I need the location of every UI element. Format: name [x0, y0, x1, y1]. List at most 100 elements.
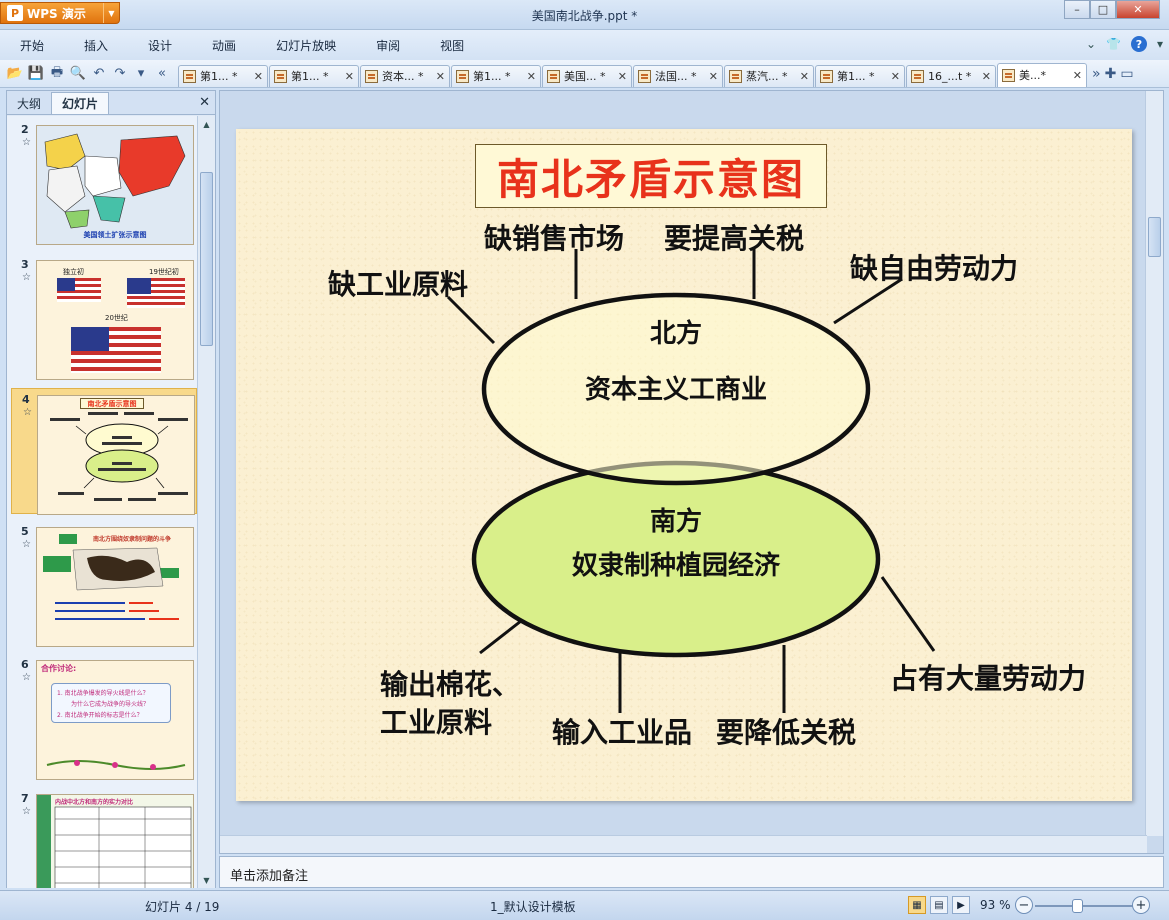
editor-vertical-scrollbar[interactable]: [1145, 91, 1163, 836]
skin-shirt-icon[interactable]: 👕: [1106, 37, 1121, 51]
slide-title[interactable]: 南北矛盾示意图: [475, 144, 827, 208]
animation-star-icon: ☆: [22, 272, 31, 283]
ppt-file-icon: [547, 69, 560, 83]
slide-thumbnail-4[interactable]: 4 ☆ 南北矛盾示意图: [11, 388, 197, 515]
zoom-in-icon[interactable]: +: [1132, 896, 1150, 914]
slide-sorter-view-icon[interactable]: ▤: [930, 896, 948, 914]
status-bar: 幻灯片 4 / 19 1_默认设计模板 ▦ ▤ ▶ 93 % − +: [0, 890, 1169, 920]
tab-close-icon[interactable]: ✕: [345, 70, 354, 83]
slide-preview: 美国领土扩张示意图: [36, 125, 194, 245]
close-window-button[interactable]: ✕: [1116, 0, 1160, 19]
tab-close-icon[interactable]: ✕: [436, 70, 445, 83]
slide-thumbnail-6[interactable]: 6 ☆ 合作讨论: 1. 南北战争爆发的导火线是什么？ 为什么它成为战争的导火线…: [11, 654, 197, 780]
ppt-file-icon: [911, 69, 924, 83]
tab-list-icon[interactable]: ▭: [1120, 66, 1133, 82]
notes-pane[interactable]: 单击添加备注: [219, 856, 1164, 888]
redo-icon[interactable]: ↷: [111, 65, 129, 83]
new-tab-icon[interactable]: ✚: [1105, 66, 1117, 82]
menu-view[interactable]: 视图: [420, 30, 484, 60]
zoom-out-icon[interactable]: −: [1015, 896, 1033, 914]
north-need-free-labor[interactable]: 缺自由劳动力: [850, 247, 1018, 287]
north-need-raise-tariffs[interactable]: 要提高关税: [664, 217, 804, 257]
print-icon[interactable]: 🖶: [48, 65, 66, 83]
help-icon[interactable]: ?: [1130, 36, 1147, 52]
slide-preview: 独立初 19世纪初 20世纪: [36, 260, 194, 380]
slideshow-view-icon[interactable]: ▶: [952, 896, 970, 914]
slide-thumbnail-2[interactable]: 2 ☆ 美国领土扩张示意图: [11, 119, 197, 245]
doc-tab[interactable]: 第1... * ✕: [269, 64, 359, 87]
maximize-button[interactable]: □: [1090, 0, 1116, 19]
ppt-file-icon: [820, 69, 833, 83]
south-export-cotton[interactable]: 输出棉花、: [380, 663, 520, 703]
doc-tab[interactable]: 资本... * ✕: [360, 64, 450, 87]
tab-close-icon[interactable]: ✕: [254, 70, 263, 83]
editor-horizontal-scrollbar[interactable]: [220, 835, 1147, 853]
menu-slideshow[interactable]: 幻灯片放映: [256, 30, 356, 60]
tab-close-icon[interactable]: ✕: [800, 70, 809, 83]
doc-tab[interactable]: 16_...t * ✕: [906, 64, 996, 87]
normal-view-icon[interactable]: ▦: [908, 896, 926, 914]
slide-preview: 南北矛盾示意图: [37, 395, 195, 515]
north-need-raw-materials[interactable]: 缺工业原料: [328, 263, 468, 303]
ribbon-toggle-icon[interactable]: ⌄: [1086, 37, 1096, 51]
south-lower-tariffs[interactable]: 要降低关税: [716, 711, 856, 751]
undo-icon[interactable]: ↶: [90, 65, 108, 83]
doc-tab[interactable]: 第1... * ✕: [451, 64, 541, 87]
south-abundant-labor[interactable]: 占有大量劳动力: [890, 657, 1086, 697]
ppt-file-icon: [729, 69, 742, 83]
connector-line: [880, 576, 936, 652]
menu-animation[interactable]: 动画: [192, 30, 256, 60]
close-panel-icon[interactable]: ✕: [199, 95, 210, 110]
help-dropdown-icon[interactable]: ▾: [1157, 37, 1163, 51]
slide-editor: 南北矛盾示意图 缺工业原料 缺销售市场 要提高关税 缺自由劳动力 北方 资本主义…: [219, 90, 1164, 854]
scroll-up-icon[interactable]: ▲: [198, 116, 215, 132]
south-label: 南方: [649, 507, 702, 537]
tab-slides[interactable]: 幻灯片: [51, 92, 110, 114]
scroll-thumb[interactable]: [1148, 217, 1161, 257]
doc-tab-active[interactable]: 美...* ✕: [997, 62, 1087, 87]
south-import-manufactures[interactable]: 输入工业品: [552, 711, 692, 751]
ppt-file-icon: [274, 69, 287, 83]
design-template-name[interactable]: 1_默认设计模板: [490, 898, 576, 915]
menu-home[interactable]: 开始: [0, 30, 64, 60]
open-folder-icon[interactable]: 📂: [6, 65, 24, 83]
window-controls: – □ ✕: [1064, 0, 1160, 19]
thumbnail-scrollbar[interactable]: ▲ ▼: [197, 116, 215, 888]
slide-thumbnail-3[interactable]: 3 ☆ 独立初 19世纪初 20世纪: [11, 254, 197, 380]
tab-close-icon[interactable]: ✕: [982, 70, 991, 83]
tab-close-icon[interactable]: ✕: [618, 70, 627, 83]
tab-close-icon[interactable]: ✕: [527, 70, 536, 83]
tab-outline[interactable]: 大纲: [7, 92, 51, 114]
quick-toolbar: 📂 💾 🖶 🔍 ↶ ↷ ▾ « 第1... * ✕ 第1... * ✕ 资本... …: [0, 60, 1169, 88]
save-icon[interactable]: 💾: [27, 65, 45, 83]
doc-tab[interactable]: 第1... * ✕: [815, 64, 905, 87]
doc-tab[interactable]: 法国... * ✕: [633, 64, 723, 87]
tab-close-icon[interactable]: ✕: [709, 70, 718, 83]
zoom-slider-track[interactable]: [1035, 905, 1135, 907]
zoom-level: 93 %: [980, 898, 1011, 912]
print-preview-icon[interactable]: 🔍: [69, 65, 87, 83]
north-economy: 资本主义工商业: [584, 375, 767, 405]
doc-tab[interactable]: 第1... * ✕: [178, 64, 268, 87]
tab-close-icon[interactable]: ✕: [1073, 69, 1082, 82]
slide-canvas[interactable]: 南北矛盾示意图 缺工业原料 缺销售市场 要提高关税 缺自由劳动力 北方 资本主义…: [236, 129, 1132, 801]
tabs-scroll-left-icon[interactable]: «: [153, 65, 171, 83]
menu-review[interactable]: 审阅: [356, 30, 420, 60]
tab-close-icon[interactable]: ✕: [891, 70, 900, 83]
menu-design[interactable]: 设计: [128, 30, 192, 60]
menu-insert[interactable]: 插入: [64, 30, 128, 60]
thumbnail-list: 2 ☆ 美国领土扩张示意图 3 ☆ 独立初 19世纪初 20世纪 4 ☆ 南北矛…: [7, 116, 197, 888]
minimize-button[interactable]: –: [1064, 0, 1090, 19]
doc-tab[interactable]: 美国... * ✕: [542, 64, 632, 87]
scroll-thumb[interactable]: [200, 172, 213, 346]
south-export-raw-materials[interactable]: 工业原料: [380, 701, 492, 741]
scroll-down-icon[interactable]: ▼: [198, 872, 215, 888]
north-need-markets[interactable]: 缺销售市场: [484, 217, 624, 257]
zoom-slider-handle[interactable]: [1072, 899, 1083, 913]
tabs-scroll-right-icon[interactable]: »: [1092, 66, 1101, 82]
doc-tab[interactable]: 蒸汽... * ✕: [724, 64, 814, 87]
slide-thumbnail-7[interactable]: 7 ☆ 内战中北方和南方的实力对比: [11, 788, 197, 888]
slide-thumbnail-5[interactable]: 5 ☆ 南北方围绕奴隶制问题的斗争: [11, 521, 197, 647]
customize-toolbar-icon[interactable]: ▾: [132, 65, 150, 83]
slide-preview: 南北方围绕奴隶制问题的斗争: [36, 527, 194, 647]
